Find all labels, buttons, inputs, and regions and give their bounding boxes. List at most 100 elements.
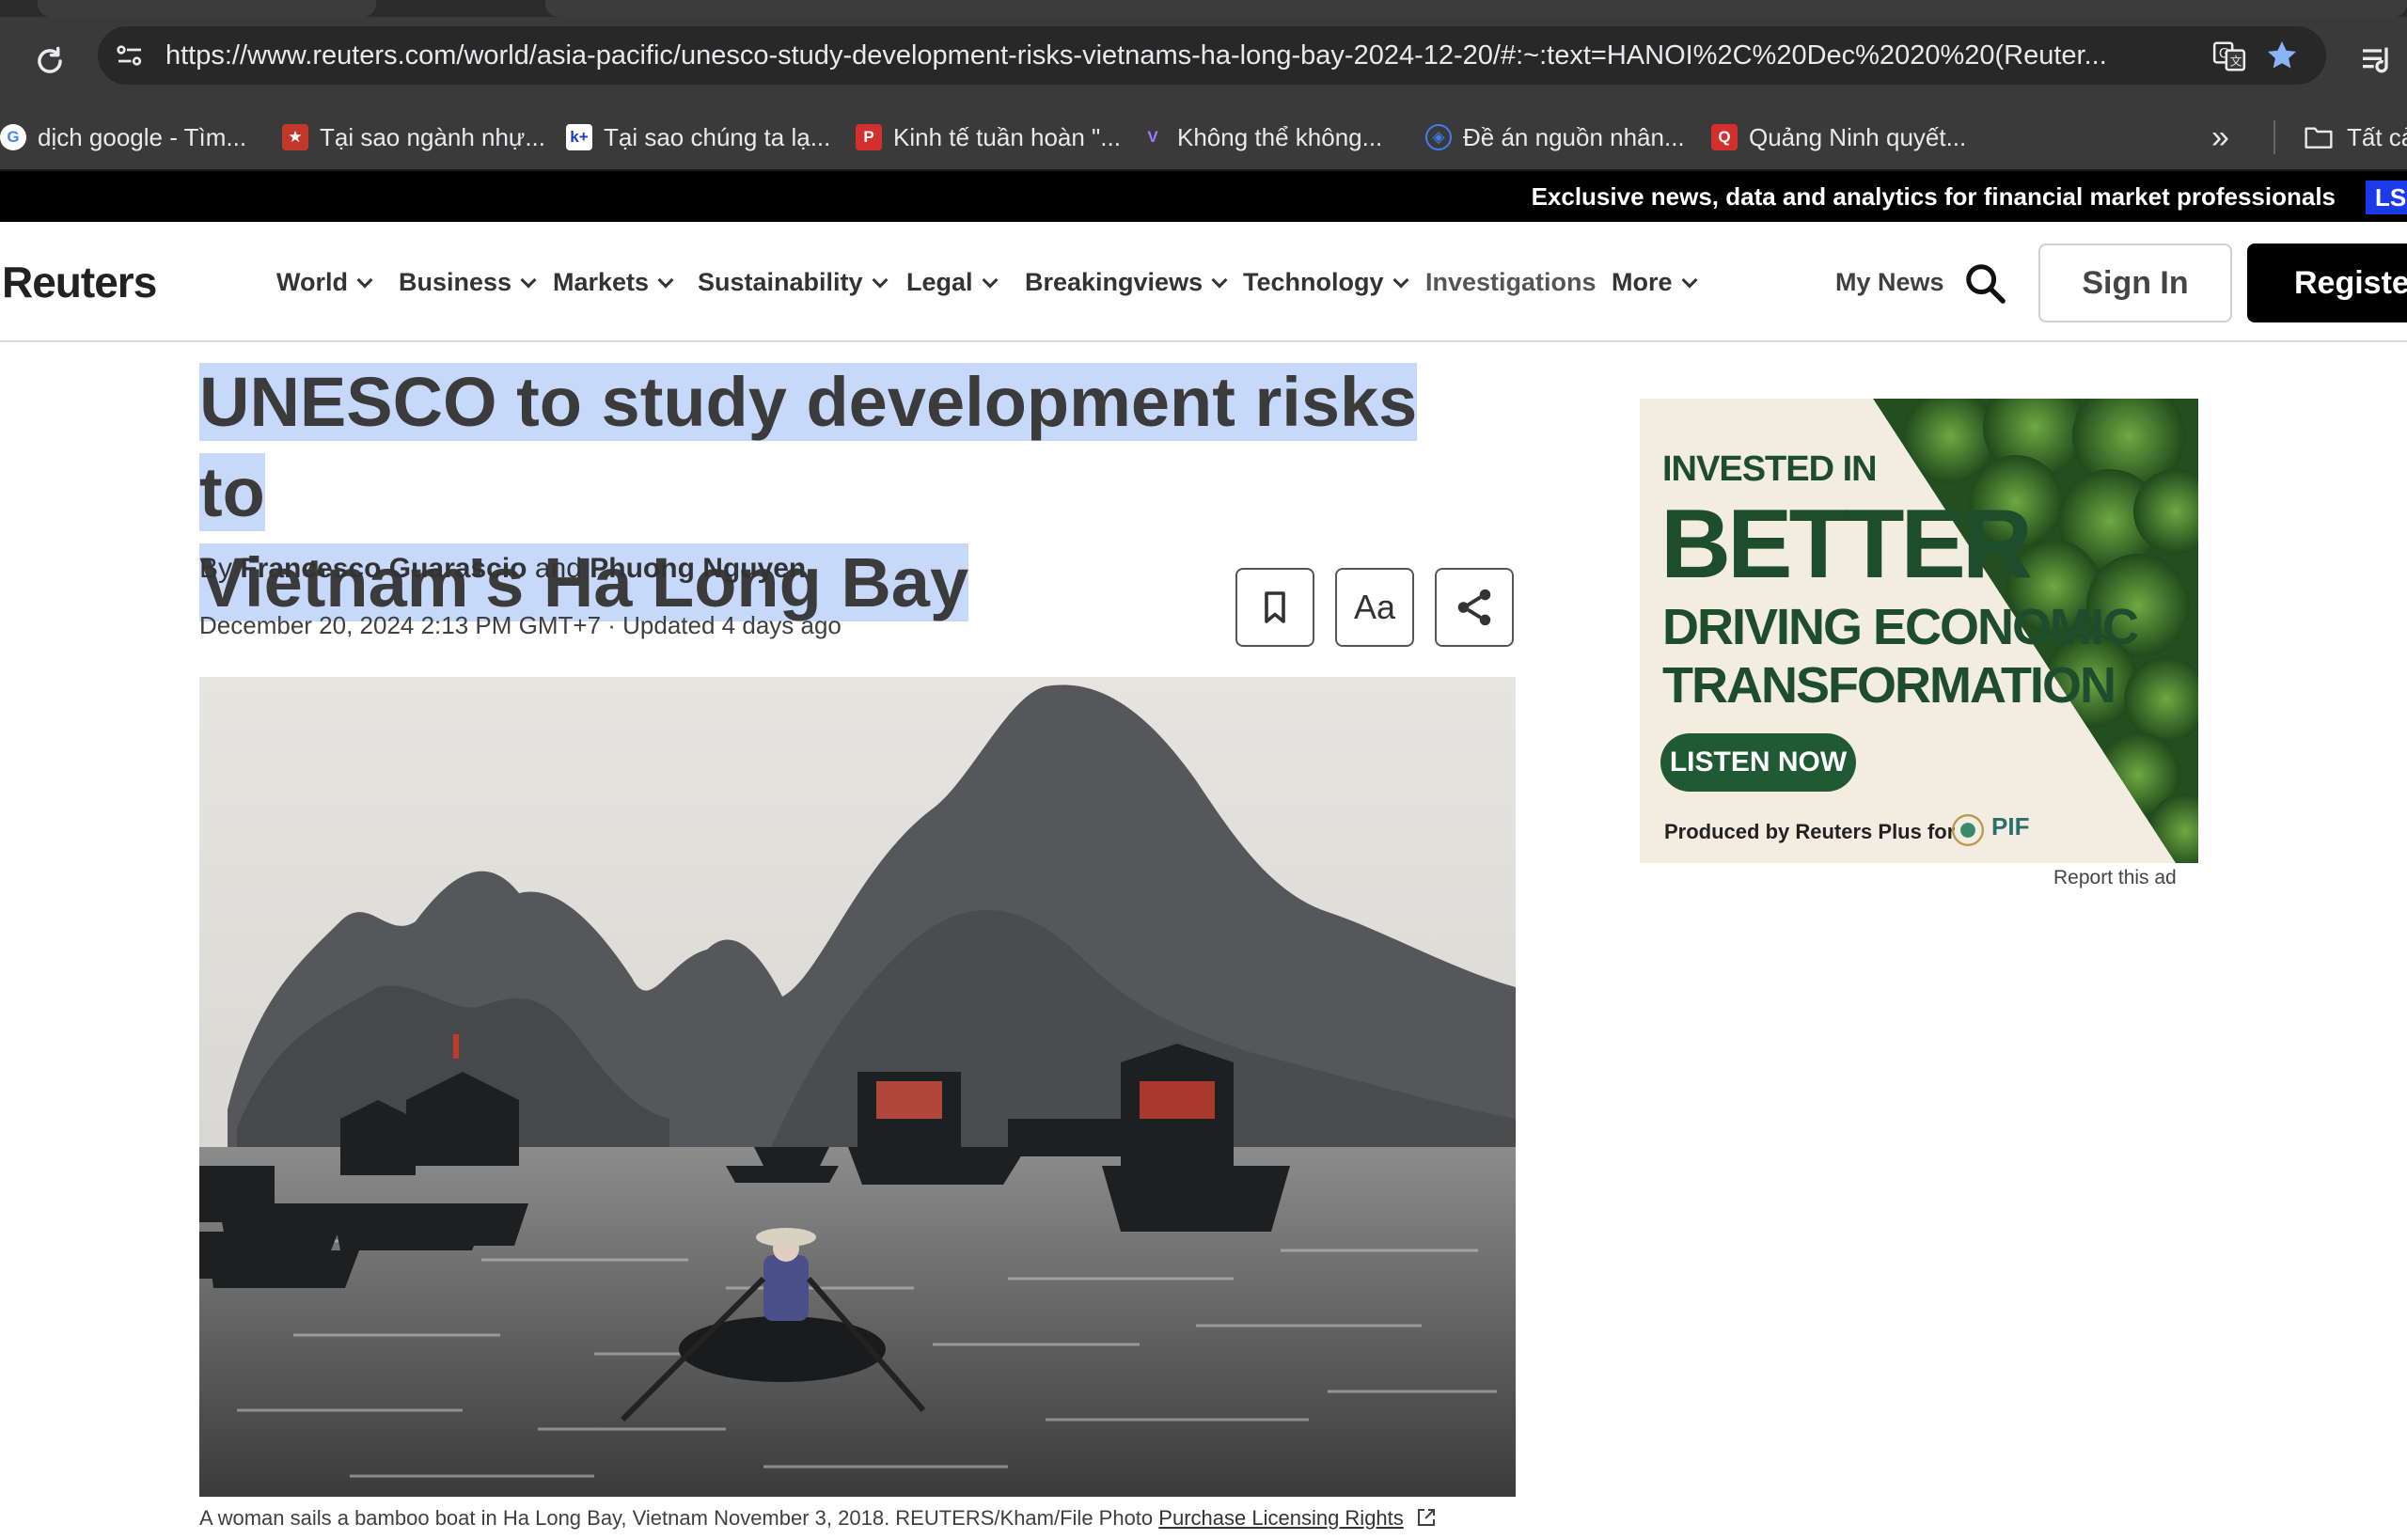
pif-emblem-icon bbox=[1951, 813, 1985, 847]
chevron-down-icon bbox=[520, 272, 537, 289]
promo-banner[interactable]: Exclusive news, data and analytics for f… bbox=[0, 171, 2407, 222]
listen-now-button[interactable]: LISTEN NOW bbox=[1660, 733, 1856, 792]
nav-legal[interactable]: Legal bbox=[906, 222, 999, 342]
browser-toolbar: https://www.reuters.com/world/asia-pacif… bbox=[0, 17, 2407, 103]
bookmark-item[interactable]: P Kinh tế tuần hoàn "... bbox=[856, 103, 1121, 171]
browser-tab-active[interactable] bbox=[545, 0, 2407, 17]
bookmark-icon bbox=[1265, 591, 1285, 623]
ad-credit: Produced by Reuters Plus for bbox=[1664, 820, 1956, 843]
bookmark-item[interactable]: ★ Tại sao ngành nhự... bbox=[282, 103, 545, 171]
badge-icon: ★ bbox=[282, 124, 308, 150]
share-icon bbox=[1457, 589, 1491, 626]
translate-icon[interactable]: G 文 bbox=[2211, 39, 2247, 74]
chevron-down-icon bbox=[1392, 272, 1409, 289]
licensing-link[interactable]: Purchase Licensing Rights bbox=[1158, 1506, 1403, 1530]
reuters-logo[interactable]: Reuters bbox=[2, 222, 157, 342]
nav-label: Markets bbox=[553, 268, 650, 296]
article-dateline: December 20, 2024 2:13 PM GMT+7 · Update… bbox=[199, 611, 842, 639]
promo-text[interactable]: Exclusive news, data and analytics for f… bbox=[1532, 171, 2336, 222]
caption-text: A woman sails a bamboo boat in Ha Long B… bbox=[199, 1506, 1154, 1530]
address-bar[interactable]: https://www.reuters.com/world/asia-pacif… bbox=[98, 26, 2326, 85]
ad-sponsor: PIF bbox=[1991, 812, 2030, 841]
nav-label: World bbox=[276, 268, 348, 296]
nav-world[interactable]: World bbox=[276, 222, 373, 342]
nav-more[interactable]: More bbox=[1612, 222, 1698, 342]
nav-sustainability[interactable]: Sustainability bbox=[698, 222, 889, 342]
nav-label: Investigations bbox=[1425, 268, 1597, 296]
folder-icon bbox=[2305, 127, 2333, 149]
article-photo[interactable] bbox=[199, 677, 1516, 1497]
site-header: Reuters World Business Markets Sustainab… bbox=[0, 222, 2407, 342]
bookmark-label: Kinh tế tuần hoàn "... bbox=[893, 122, 1121, 151]
site-settings-icon[interactable] bbox=[113, 39, 147, 72]
chevron-down-icon bbox=[356, 272, 373, 289]
nav-label: Breakingviews bbox=[1025, 268, 1204, 296]
ad-text: DRIVING ECONOMIC TRANSFORMATION bbox=[1662, 598, 2139, 715]
nav-technology[interactable]: Technology bbox=[1243, 222, 1409, 342]
bookmark-label: Quảng Ninh quyết... bbox=[1749, 122, 1967, 151]
photo-caption: A woman sails a bamboo boat in Ha Long B… bbox=[199, 1506, 1438, 1531]
bookmark-label: Đề án nguồn nhân... bbox=[1463, 122, 1685, 151]
ad-text: BETTER bbox=[1660, 490, 2033, 599]
nav-breakingviews[interactable]: Breakingviews bbox=[1025, 222, 1228, 342]
advertisement[interactable]: INVESTED IN BETTER DRIVING ECONOMIC TRAN… bbox=[1640, 399, 2198, 863]
headline-line-1: UNESCO to study development risks to bbox=[199, 363, 1418, 531]
ad-text: INVESTED IN bbox=[1662, 449, 1878, 489]
sign-in-button[interactable]: Sign In bbox=[2038, 244, 2232, 322]
author-link[interactable]: Francesco Guarascio bbox=[240, 553, 527, 584]
bookmark-label: Không thể không... bbox=[1177, 122, 1383, 151]
bookmark-item[interactable]: V Không thể không... bbox=[1140, 103, 1382, 171]
external-link-icon[interactable] bbox=[1415, 1506, 1438, 1529]
nav-label: Sustainability bbox=[698, 268, 863, 296]
nav-business[interactable]: Business bbox=[399, 222, 537, 342]
google-icon: G bbox=[0, 124, 26, 150]
bookmark-label: Tại sao ngành nhự... bbox=[320, 122, 546, 151]
register-button[interactable]: Register bbox=[2247, 244, 2407, 322]
url-text[interactable]: https://www.reuters.com/world/asia-pacif… bbox=[165, 26, 2215, 85]
my-news-link[interactable]: My News bbox=[1835, 222, 1944, 342]
news-icon: Q bbox=[1711, 124, 1738, 150]
bookmark-label: dịch google - Tìm... bbox=[38, 122, 247, 151]
reading-list-icon[interactable] bbox=[2358, 41, 2396, 79]
byline-and: and bbox=[534, 553, 582, 584]
ad-text-line: DRIVING ECONOMIC bbox=[1662, 599, 2139, 655]
nav-label: More bbox=[1612, 268, 1673, 296]
chevron-down-icon bbox=[1681, 272, 1698, 289]
globe-icon: ◈ bbox=[1425, 124, 1452, 150]
promo-badge[interactable]: LS bbox=[2366, 181, 2407, 214]
nav-label: Business bbox=[399, 268, 512, 296]
folder-label: Tất cả bbox=[2347, 122, 2407, 151]
chevron-down-icon bbox=[872, 272, 889, 289]
chevron-down-icon bbox=[982, 272, 999, 289]
chevron-down-icon bbox=[657, 272, 674, 289]
vtv-icon: V bbox=[1147, 128, 1158, 146]
bookmark-item[interactable]: k+ Tại sao chúng ta lạ... bbox=[566, 103, 830, 171]
nav-investigations[interactable]: Investigations bbox=[1425, 222, 1597, 342]
author-link[interactable]: Phuong Nguyen bbox=[590, 553, 806, 584]
bookmark-star-icon[interactable] bbox=[2264, 38, 2300, 73]
nav-markets[interactable]: Markets bbox=[553, 222, 674, 342]
font-size-button[interactable]: Aa bbox=[1335, 568, 1414, 647]
search-icon[interactable] bbox=[1963, 261, 2006, 305]
svg-text:文: 文 bbox=[2230, 55, 2242, 69]
k-plus-icon: k+ bbox=[566, 124, 592, 150]
all-bookmarks-folder[interactable]: Tất cả bbox=[2304, 103, 2407, 171]
more-bookmarks-chevron-icon[interactable]: » bbox=[2211, 120, 2229, 154]
bookmark-label: Tại sao chúng ta lạ... bbox=[604, 122, 831, 151]
divider bbox=[2273, 120, 2275, 154]
share-button[interactable] bbox=[1435, 568, 1514, 647]
tab-strip bbox=[0, 0, 2407, 17]
byline-by: By bbox=[199, 553, 233, 584]
bookmark-item[interactable]: ◈ Đề án nguồn nhân... bbox=[1425, 103, 1685, 171]
bookmark-item[interactable]: Q Quảng Ninh quyết... bbox=[1711, 103, 1966, 171]
save-article-button[interactable] bbox=[1235, 568, 1314, 647]
nav-label: Technology bbox=[1243, 268, 1384, 296]
report-ad-link[interactable]: Report this ad bbox=[2053, 867, 2177, 889]
bookmark-item[interactable]: G dịch google - Tìm... bbox=[0, 103, 246, 171]
font-size-label: Aa bbox=[1353, 588, 1396, 626]
byline: By Francesco Guarascio and Phuong Nguyen bbox=[199, 553, 806, 585]
reload-icon[interactable] bbox=[32, 43, 68, 79]
browser-tab[interactable] bbox=[38, 0, 376, 17]
bookmarks-bar: G dịch google - Tìm... ★ Tại sao ngành n… bbox=[0, 103, 2407, 171]
ad-text-line: TRANSFORMATION bbox=[1662, 657, 2116, 714]
